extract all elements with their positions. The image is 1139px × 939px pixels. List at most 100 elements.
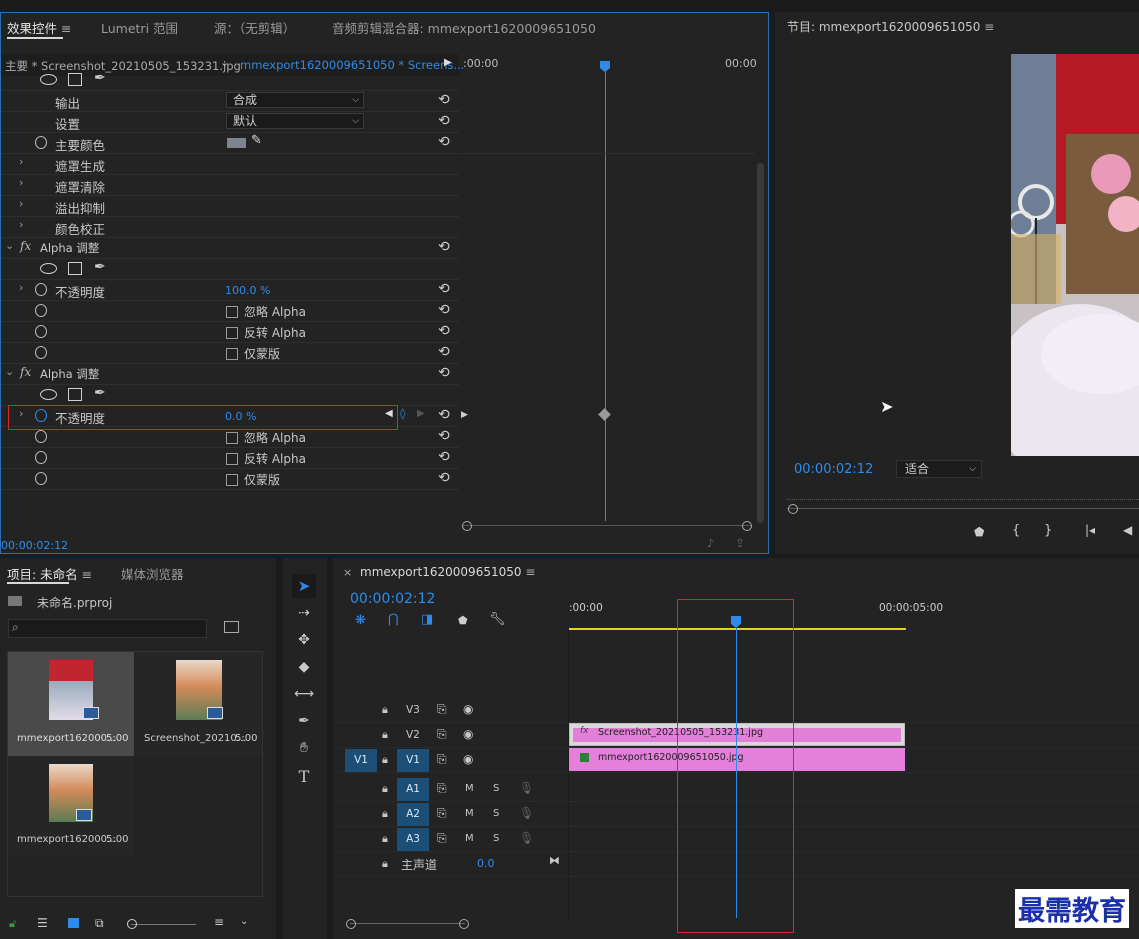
output-dropdown[interactable]: 合成 ⌵ xyxy=(226,92,364,108)
reset-icon[interactable]: ⟲ xyxy=(438,92,450,108)
tab-lumetri-scopes[interactable]: Lumetri 范围 xyxy=(101,18,178,37)
timeline-scroll-handle-left[interactable] xyxy=(346,919,356,929)
sync-lock-icon[interactable]: ⎘ xyxy=(437,806,447,821)
icon-view-icon[interactable] xyxy=(68,918,79,928)
reset-icon[interactable]: ⟲ xyxy=(438,470,450,486)
solo-button[interactable]: S xyxy=(493,833,499,844)
reset-icon[interactable]: ⟲ xyxy=(438,281,450,297)
hand-tool-icon[interactable]: ✋︎ xyxy=(294,740,314,760)
mute-button[interactable]: M xyxy=(465,783,474,794)
spill-suppression-row[interactable]: › 溢出抑制 xyxy=(1,196,459,217)
program-ruler[interactable] xyxy=(787,492,1139,500)
ignore-alpha-checkbox[interactable] xyxy=(226,432,238,444)
chevron-right-icon[interactable]: › xyxy=(19,281,23,294)
sync-lock-icon[interactable]: ⎘ xyxy=(437,702,447,717)
stopwatch-icon[interactable] xyxy=(35,325,47,338)
ec-scrollbar-vertical[interactable] xyxy=(757,163,764,523)
mask-only-checkbox[interactable] xyxy=(226,348,238,360)
microphone-icon[interactable]: 🎙︎ xyxy=(519,806,534,820)
master-volume-value[interactable]: 0.0 xyxy=(477,857,495,870)
invert-alpha-checkbox[interactable] xyxy=(226,327,238,339)
zoom-slider-handle[interactable] xyxy=(127,919,137,929)
nav-end-icon[interactable]: ⧓ xyxy=(549,854,560,867)
close-tab-icon[interactable]: × xyxy=(343,566,352,579)
ec-timecode[interactable]: 00:00:02:12 xyxy=(1,539,68,552)
alpha-adjust-header-1[interactable]: ⌄ fx Alpha 调整 ⟲ xyxy=(1,238,459,259)
freeform-view-icon[interactable]: ⧉ xyxy=(95,916,104,931)
next-keyframe-icon[interactable]: ▶ xyxy=(417,408,425,419)
timeline-timecode[interactable]: 00:00:02:12 xyxy=(350,591,435,607)
sync-lock-icon[interactable]: ⎘ xyxy=(437,727,447,742)
matte-cleanup-row[interactable]: › 遮罩清除 xyxy=(1,175,459,196)
timeline-tab-title[interactable]: mmexport1620009651050 ≡ xyxy=(360,565,535,579)
invert-alpha-checkbox[interactable] xyxy=(226,453,238,465)
stopwatch-icon[interactable] xyxy=(35,472,47,485)
reset-icon[interactable]: ⟲ xyxy=(438,449,450,465)
chevron-right-icon[interactable]: › xyxy=(19,218,23,231)
audio-icon[interactable]: ♪ xyxy=(707,537,714,550)
reset-icon[interactable]: ⟲ xyxy=(438,134,450,150)
eye-icon[interactable]: ◉ xyxy=(463,702,473,716)
eyedropper-icon[interactable]: ✎ xyxy=(251,133,262,148)
ignore-alpha-checkbox[interactable] xyxy=(226,306,238,318)
track-target-a3[interactable]: A3 xyxy=(397,828,429,851)
pen-mask-icon[interactable]: ✒ xyxy=(94,385,106,401)
ellipse-mask-icon[interactable] xyxy=(40,389,57,400)
new-bin-icon[interactable] xyxy=(224,621,239,633)
list-view-icon[interactable]: ☰ xyxy=(37,916,48,930)
settings-dropdown[interactable]: 默认 ⌵ xyxy=(226,113,364,129)
zoom-handle-right[interactable] xyxy=(742,521,752,531)
chevron-right-icon[interactable]: › xyxy=(19,197,23,210)
zoom-slider[interactable] xyxy=(131,924,196,925)
opacity-value-1[interactable]: 100.0 % xyxy=(225,284,270,297)
play-triangle-icon[interactable]: ▶ xyxy=(444,57,452,68)
lock-icon[interactable]: 🔒︎ xyxy=(382,753,388,767)
mask-only-checkbox[interactable] xyxy=(226,474,238,486)
pen-mask-icon[interactable]: ✒ xyxy=(94,70,106,86)
rect-mask-icon[interactable] xyxy=(68,262,82,275)
track-select-tool-icon[interactable]: ⇢ xyxy=(294,605,314,625)
mark-in-icon[interactable]: { xyxy=(1012,523,1020,538)
pen-tool-icon[interactable]: ✒ xyxy=(294,713,314,733)
selection-tool-icon[interactable]: ➤ xyxy=(292,574,316,598)
reset-icon[interactable]: ⟲ xyxy=(438,323,450,339)
reset-icon[interactable]: ⟲ xyxy=(438,302,450,318)
snap-icon[interactable]: ❋ xyxy=(355,613,366,628)
fx-icon[interactable]: fx xyxy=(20,365,31,379)
keyframe-diamond[interactable] xyxy=(598,408,611,421)
razor-tool-icon[interactable]: ◆ xyxy=(294,659,314,679)
track-target-a1[interactable]: A1 xyxy=(397,778,429,801)
solo-button[interactable]: S xyxy=(493,808,499,819)
nav-left-icon[interactable]: ▶ xyxy=(461,410,468,420)
zoom-handle-left[interactable] xyxy=(462,521,472,531)
marker-icon[interactable]: ⬟ xyxy=(974,525,984,539)
lock-icon[interactable]: 🔒︎ xyxy=(382,703,388,717)
eye-icon[interactable]: ◉ xyxy=(463,727,473,741)
matte-generation-row[interactable]: › 遮罩生成 xyxy=(1,154,459,175)
add-keyframe-icon[interactable]: ◊ xyxy=(400,407,405,420)
reset-icon[interactable]: ⟲ xyxy=(438,344,450,360)
chevron-down-icon[interactable]: ⌄ xyxy=(5,239,14,252)
alpha-adjust-header-2[interactable]: ⌄ fx Alpha 调整 ⟲ xyxy=(1,364,459,385)
tab-effect-controls[interactable]: 效果控件 ≡ xyxy=(7,18,71,37)
program-timecode[interactable]: 00:00:02:12 xyxy=(794,462,873,477)
rect-mask-icon[interactable] xyxy=(68,73,82,86)
source-patch-v1[interactable]: V1 xyxy=(345,749,377,772)
tab-source[interactable]: 源：（无剪辑） xyxy=(214,18,295,37)
eye-icon[interactable]: ◉ xyxy=(463,752,473,766)
sort-icon[interactable]: ≡ xyxy=(214,915,224,929)
fx-icon[interactable]: fx xyxy=(20,239,31,253)
lock-icon[interactable]: 🔒︎ xyxy=(382,782,388,796)
reset-icon[interactable]: ⟲ xyxy=(438,239,450,255)
ripple-edit-tool-icon[interactable]: ✥ xyxy=(294,632,314,652)
stopwatch-icon[interactable] xyxy=(35,136,47,149)
linked-selection-icon[interactable]: ⋂ xyxy=(388,612,399,627)
reset-icon[interactable]: ⟲ xyxy=(438,407,450,423)
step-back-icon[interactable]: ◀ xyxy=(1123,523,1132,537)
chevron-down-icon[interactable]: ⌄ xyxy=(5,365,14,378)
slip-tool-icon[interactable]: ⟷ xyxy=(294,686,314,706)
tab-project[interactable]: 项目: 未命名 ≡ xyxy=(7,564,92,583)
ellipse-mask-icon[interactable] xyxy=(40,263,57,274)
mute-button[interactable]: M xyxy=(465,833,474,844)
lock-icon[interactable]: 🔒︎ xyxy=(382,857,388,871)
